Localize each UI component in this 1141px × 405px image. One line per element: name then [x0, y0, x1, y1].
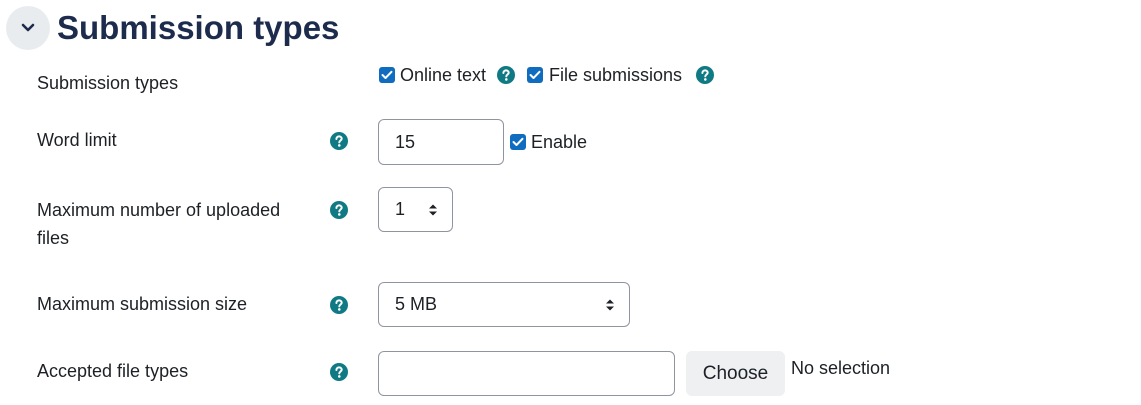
word-limit-input[interactable] [378, 119, 504, 165]
max-submission-size-value: 5 MB [395, 294, 438, 314]
max-uploaded-files-label: Maximum number of uploaded files [37, 200, 281, 248]
help-icon[interactable] [330, 201, 348, 219]
chevron-down-icon [21, 23, 35, 32]
submission-types-label: Submission types [37, 73, 179, 93]
online-text-label[interactable]: Online text [400, 63, 486, 87]
word-limit-enable-checkbox[interactable] [510, 134, 526, 150]
choose-file-types-button[interactable]: Choose [686, 351, 785, 396]
check-icon [529, 70, 541, 79]
check-icon [381, 70, 393, 79]
section-header: Submission types [6, 6, 339, 50]
select-arrows-icon [606, 299, 614, 310]
online-text-checkbox[interactable] [379, 67, 395, 83]
file-submissions-checkbox[interactable] [527, 67, 543, 83]
collapse-section-button[interactable] [6, 6, 50, 50]
file-types-selection-text: No selection [791, 358, 891, 378]
word-limit-enable-label[interactable]: Enable [531, 130, 587, 154]
word-limit-label: Word limit [37, 130, 117, 150]
max-uploaded-files-value: 1 [395, 199, 406, 219]
file-submissions-label[interactable]: File submissions [549, 63, 682, 87]
help-icon[interactable] [696, 66, 714, 84]
max-submission-size-label: Maximum submission size [37, 294, 248, 314]
help-icon[interactable] [330, 296, 348, 314]
select-arrows-icon [429, 204, 437, 215]
help-icon[interactable] [497, 66, 515, 84]
help-icon[interactable] [330, 363, 348, 381]
section-title: Submission types [57, 9, 340, 46]
accepted-file-types-label: Accepted file types [37, 361, 189, 381]
check-icon [512, 137, 524, 146]
max-uploaded-files-select[interactable]: 1 [378, 187, 453, 232]
max-submission-size-select[interactable]: 5 MB [378, 282, 630, 327]
help-icon[interactable] [330, 132, 348, 150]
accepted-file-types-input[interactable] [378, 351, 675, 396]
